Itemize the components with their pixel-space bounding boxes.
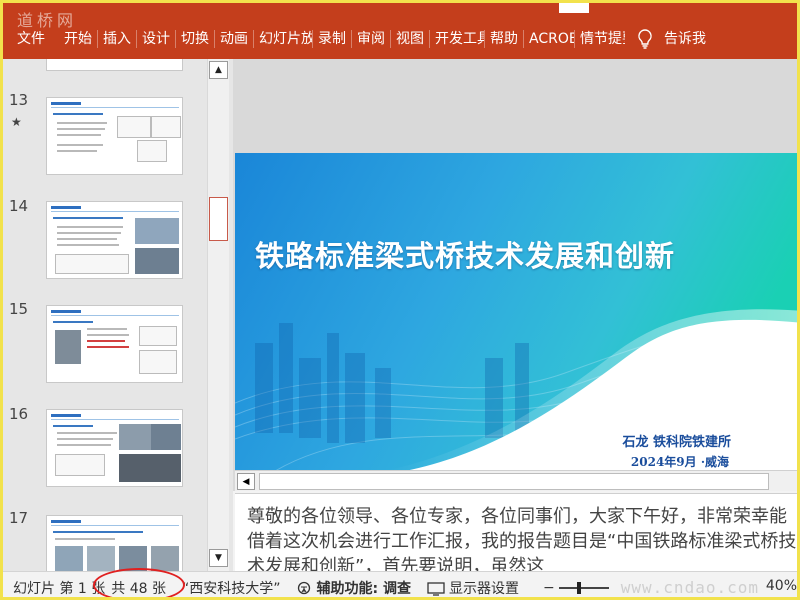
display-settings-button[interactable]: 显示器设置 bbox=[419, 578, 527, 598]
zoom-slider[interactable] bbox=[558, 581, 609, 594]
accessibility-label: 辅助功能: 调查 bbox=[316, 580, 411, 597]
slide-author[interactable]: 石龙 铁科院铁建所 bbox=[622, 431, 731, 450]
powerpoint-window: 道桥网 文件 开始 插入 设计 切换 动画 幻灯片放映 录制 审阅 视图 开发工… bbox=[0, 0, 800, 600]
accessibility-icon bbox=[297, 581, 310, 594]
tab-acrobat[interactable]: ACROBAT bbox=[524, 25, 574, 53]
slide-indicator: 幻灯片 第 1 张 bbox=[13, 580, 106, 597]
lightbulb-icon[interactable] bbox=[631, 25, 659, 53]
watermark-url: www.cndao.com bbox=[620, 578, 759, 597]
tab-record[interactable]: 录制 bbox=[313, 25, 351, 53]
current-slide[interactable]: 铁路标准梁式桥技术发展和创新 石龙 铁科院铁建所 2024年9月 ·威海 bbox=[235, 153, 797, 471]
slide-editor: 铁路标准梁式桥技术发展和创新 石龙 铁科院铁建所 2024年9月 ·威海 bbox=[233, 59, 797, 491]
slide-title[interactable]: 铁路标准梁式桥技术发展和创新 bbox=[255, 233, 675, 275]
speaker-notes-pane[interactable]: 尊敬的各位领导、各位专家，各位同事们，大家下午好，非常荣幸能借着这次机会进行工作… bbox=[235, 493, 797, 571]
ribbon-tabs: 文件 开始 插入 设计 切换 动画 幻灯片放映 录制 审阅 视图 开发工具 帮助… bbox=[9, 25, 711, 53]
slide-number: 16 bbox=[9, 405, 29, 423]
tab-home[interactable]: 开始 bbox=[59, 25, 97, 53]
slide-thumbnail-pane: 13 ★ 14 15 16 17 bbox=[3, 59, 233, 575]
tab-developer[interactable]: 开发工具 bbox=[430, 25, 484, 53]
slide-date[interactable]: 2024年9月 ·威海 bbox=[631, 453, 729, 470]
tab-review[interactable]: 审阅 bbox=[352, 25, 390, 53]
slide-number: 17 bbox=[9, 509, 29, 527]
tab-slideshow[interactable]: 幻灯片放映 bbox=[254, 25, 312, 53]
scroll-left-icon[interactable]: ◀ bbox=[237, 473, 255, 490]
tab-help[interactable]: 帮助 bbox=[485, 25, 523, 53]
slide-horizontal-scrollbar[interactable]: ◀ bbox=[235, 470, 797, 491]
thumbnail-slide-14[interactable] bbox=[46, 201, 183, 279]
monitor-icon bbox=[427, 581, 445, 596]
zoom-slider-knob[interactable] bbox=[576, 581, 581, 594]
tab-animations[interactable]: 动画 bbox=[215, 25, 253, 53]
tab-transitions[interactable]: 切换 bbox=[176, 25, 214, 53]
highlight-circle bbox=[93, 567, 186, 597]
thumbnail-slide-12[interactable] bbox=[46, 59, 183, 71]
slide-number: 13 bbox=[9, 91, 29, 109]
tab-insert[interactable]: 插入 bbox=[98, 25, 136, 53]
display-settings-label: 显示器设置 bbox=[448, 580, 519, 597]
thumbnail-slide-17[interactable] bbox=[46, 515, 183, 575]
tell-me-search[interactable]: 告诉我 bbox=[659, 25, 711, 53]
slide-background bbox=[235, 153, 797, 471]
scroll-down-icon[interactable]: ▼ bbox=[209, 549, 228, 567]
thumbnail-slide-16[interactable] bbox=[46, 409, 183, 487]
thumbnail-slide-13[interactable] bbox=[46, 97, 183, 175]
slide-total: 共 48 张 bbox=[93, 567, 186, 597]
window-indicator bbox=[559, 3, 589, 13]
tab-view[interactable]: 视图 bbox=[391, 25, 429, 53]
slide-number: 14 bbox=[9, 197, 29, 215]
scroll-up-icon[interactable]: ▲ bbox=[209, 61, 228, 79]
language-indicator[interactable]: “西安科技大学” bbox=[174, 578, 289, 598]
star-icon: ★ bbox=[11, 115, 22, 129]
slide-number: 15 bbox=[9, 300, 29, 318]
zoom-level[interactable]: 40% bbox=[766, 578, 797, 594]
thumbnail-scrollbar[interactable]: ▲ ▼ bbox=[207, 59, 229, 571]
ribbon-tab-bar: 道桥网 文件 开始 插入 设计 切换 动画 幻灯片放映 录制 审阅 视图 开发工… bbox=[3, 3, 797, 59]
scrollbar-thumb[interactable] bbox=[209, 197, 228, 241]
horizontal-scrollbar-thumb[interactable] bbox=[259, 473, 769, 490]
tab-file[interactable]: 文件 bbox=[9, 25, 59, 53]
tab-storyboarding[interactable]: 情节提要 bbox=[575, 25, 625, 53]
tab-design[interactable]: 设计 bbox=[137, 25, 175, 53]
speaker-notes-text[interactable]: 尊敬的各位领导、各位专家，各位同事们，大家下午好，非常荣幸能借着这次机会进行工作… bbox=[247, 504, 797, 571]
zoom-out-button[interactable]: − bbox=[527, 580, 559, 596]
thumbnail-slide-15[interactable] bbox=[46, 305, 183, 383]
accessibility-status[interactable]: 辅助功能: 调查 bbox=[289, 578, 419, 598]
